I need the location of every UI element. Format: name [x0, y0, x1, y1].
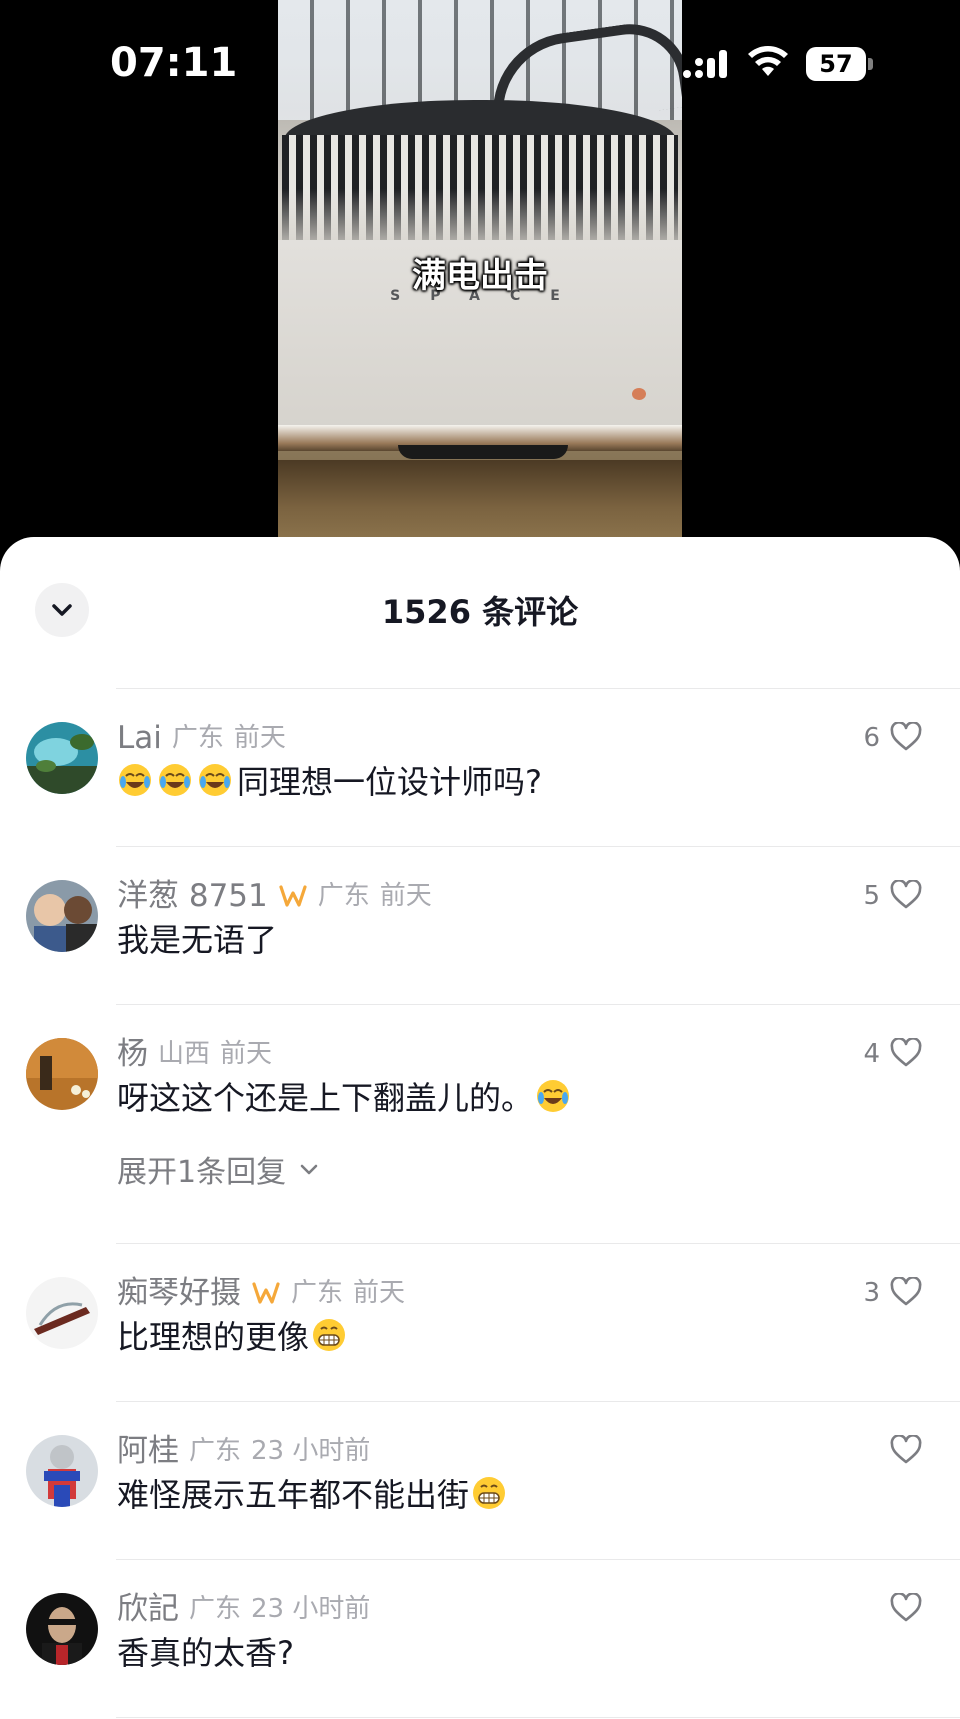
battery-tip: [868, 58, 873, 70]
timestamp: 前天: [379, 881, 432, 911]
divider: [116, 688, 960, 689]
heart-icon[interactable]: [890, 1593, 922, 1623]
timestamp: 前天: [233, 723, 286, 753]
laughing-crying-emoji-icon: [537, 1080, 570, 1112]
grinning-emoji-icon: [473, 1477, 506, 1509]
expand-replies-label: 展开1条回复: [117, 1155, 287, 1190]
like-count: 6: [863, 723, 880, 753]
battery-icon: 57: [806, 47, 874, 81]
status-time: 07:11: [110, 40, 238, 86]
comment-text: 我是无语了: [117, 921, 278, 959]
timestamp: 前天: [220, 1039, 273, 1069]
like-count: 4: [863, 1039, 880, 1069]
comment-item[interactable]: Lai 广东 前天 同理想一位设计师吗? 6: [0, 720, 960, 862]
comment-header: 阿桂 广东 23 小时前: [117, 1431, 370, 1471]
like-count: 5: [863, 881, 880, 911]
comment-header: 痴琴好摄 广东 前天: [117, 1273, 405, 1313]
comment-item[interactable]: 杨 山西 前天 呀这这个还是上下翻盖儿的。 展开1条回复 4: [0, 1036, 960, 1238]
region: 广东: [317, 881, 370, 911]
heart-icon[interactable]: [890, 880, 922, 910]
comment-text-row: 难怪展示五年都不能出街: [117, 1471, 511, 1515]
comment-header: Lai 广东 前天: [117, 718, 286, 758]
heart-icon[interactable]: [890, 1038, 922, 1068]
comment-text: 呀这这个还是上下翻盖儿的。: [117, 1079, 534, 1117]
laughing-crying-emoji-icon: [159, 764, 191, 796]
car-logo-icon: [632, 388, 646, 400]
vip-badge-icon: [252, 1282, 280, 1304]
comment-text: 香真的太香?: [117, 1634, 294, 1672]
comment-item[interactable]: 欣記 广东 23 小时前 香真的太香?: [0, 1591, 960, 1713]
avatar[interactable]: [26, 1435, 98, 1507]
comments-title: 1526 条评论: [381, 593, 579, 631]
username[interactable]: 杨: [117, 1034, 148, 1074]
username[interactable]: 洋葱 8751: [117, 876, 268, 916]
car-grille: [282, 135, 678, 255]
chevron-down-icon: [300, 1164, 318, 1175]
battery-level: 57: [819, 50, 853, 78]
like-count: 3: [863, 1278, 880, 1308]
floor: [278, 460, 682, 540]
cellular-signal-icon: [683, 50, 727, 78]
avatar[interactable]: [26, 1038, 98, 1110]
comment-header: 洋葱 8751 广东 前天: [117, 876, 432, 916]
comment-item[interactable]: 阿桂 广东 23 小时前 难怪展示五年都不能出街: [0, 1433, 960, 1575]
grinning-emoji-icon: [313, 1319, 346, 1351]
comment-item[interactable]: 洋葱 8751 广东 前天 我是无语了 5: [0, 878, 960, 1020]
username[interactable]: 欣記: [117, 1589, 179, 1629]
comment-text: 同理想一位设计师吗?: [237, 763, 542, 801]
comment-item[interactable]: 痴琴好摄 广东 前天 比理想的更像 3: [0, 1275, 960, 1417]
region: 广东: [189, 1594, 242, 1624]
username[interactable]: Lai: [117, 718, 162, 758]
laughing-crying-emoji-icon: [199, 764, 231, 796]
comment-text: 比理想的更像: [117, 1318, 310, 1356]
comment-header: 杨 山西 前天: [117, 1034, 272, 1074]
region: 广东: [291, 1278, 344, 1308]
avatar[interactable]: [26, 1593, 98, 1665]
timestamp: 前天: [353, 1278, 406, 1308]
divider: [116, 1243, 960, 1244]
timestamp: 23 小时前: [251, 1436, 371, 1466]
comment-text: 难怪展示五年都不能出街: [117, 1476, 470, 1514]
car-underside: [398, 445, 568, 459]
heart-icon[interactable]: [890, 1277, 922, 1307]
divider: [116, 1004, 960, 1005]
timestamp: 23 小时前: [251, 1594, 371, 1624]
region: 山西: [158, 1039, 211, 1069]
heart-icon[interactable]: [890, 722, 922, 752]
avatar[interactable]: [26, 1277, 98, 1349]
username[interactable]: 痴琴好摄: [117, 1273, 241, 1313]
laughing-crying-emoji-icon: [119, 764, 151, 796]
username[interactable]: 阿桂: [117, 1431, 179, 1471]
expand-replies-button[interactable]: 展开1条回复: [117, 1149, 318, 1190]
divider: [116, 846, 960, 847]
vip-badge-icon: [279, 885, 307, 907]
wifi-icon: [748, 46, 788, 76]
comment-header: 欣記 广东 23 小时前: [117, 1589, 370, 1629]
comment-text-row: 我是无语了: [117, 916, 277, 960]
comment-text-row: 同理想一位设计师吗?: [117, 758, 542, 802]
avatar[interactable]: [26, 880, 98, 952]
divider: [116, 1717, 960, 1718]
divider: [116, 1401, 960, 1402]
comment-text-row: 呀这这个还是上下翻盖儿的。: [117, 1074, 575, 1118]
video-caption: 满电出击: [412, 256, 548, 296]
comment-text-row: 比理想的更像: [117, 1313, 351, 1357]
region: 广东: [171, 723, 224, 753]
comments-sheet: 1526 条评论 Lai 广东 前天 同理想一位设计师吗? 6 洋葱 8751 …: [0, 537, 960, 1719]
divider: [116, 1559, 960, 1560]
heart-icon[interactable]: [890, 1435, 922, 1465]
avatar[interactable]: [26, 722, 98, 794]
comment-text-row: 香真的太香?: [117, 1629, 294, 1673]
region: 广东: [189, 1436, 242, 1466]
